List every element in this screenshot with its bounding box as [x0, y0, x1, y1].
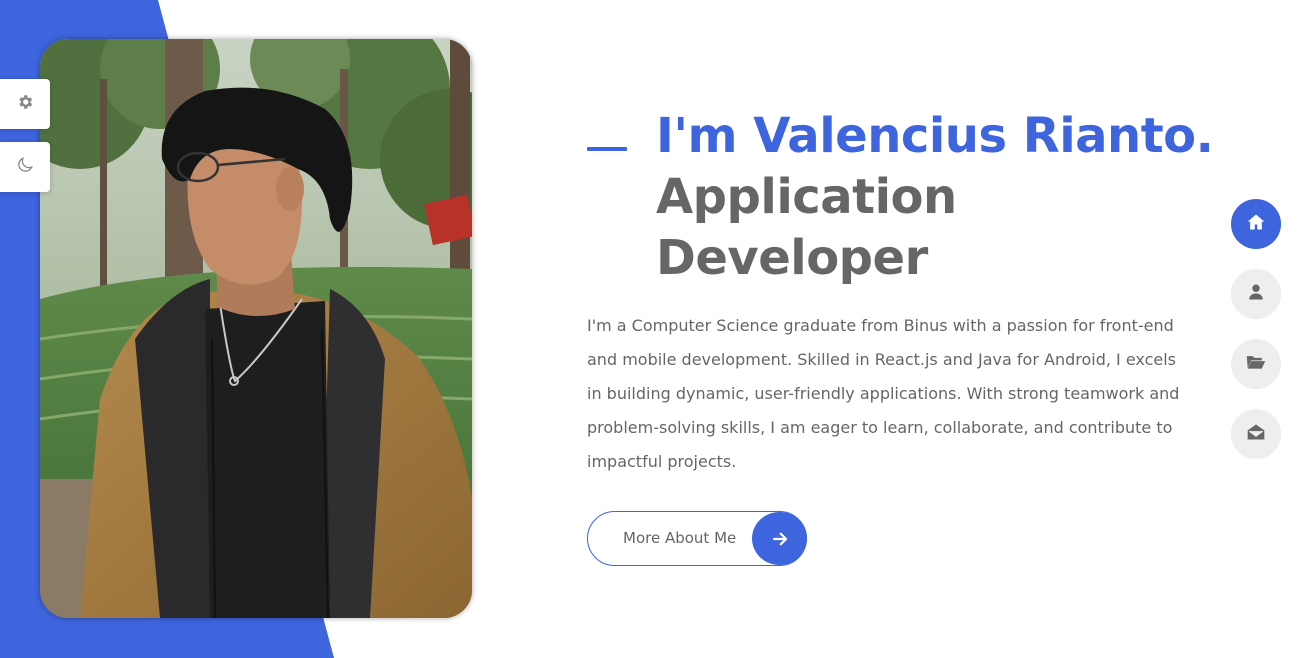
nav-about-button[interactable]: [1231, 269, 1281, 319]
user-icon: [1247, 282, 1265, 306]
nav-home-button[interactable]: [1231, 199, 1281, 249]
home-icon: [1246, 212, 1266, 236]
arrow-right-icon: [752, 512, 807, 565]
hero-headline: I'm Valencius Rianto. Application Develo…: [656, 106, 1216, 289]
theme-settings-button[interactable]: [0, 79, 50, 129]
dark-mode-toggle[interactable]: [0, 142, 50, 192]
envelope-open-icon: [1246, 422, 1266, 446]
profile-photo: [40, 39, 472, 618]
moon-icon: [15, 155, 35, 179]
more-about-me-label: More About Me: [623, 529, 737, 547]
headline-dash: [587, 147, 627, 151]
nav-contact-button[interactable]: [1231, 409, 1281, 459]
gear-icon: [16, 93, 34, 115]
more-about-me-button[interactable]: More About Me: [587, 511, 807, 566]
hero-bio: I'm a Computer Science graduate from Bin…: [587, 316, 1180, 471]
nav-portfolio-button[interactable]: [1231, 339, 1281, 389]
folder-open-icon: [1246, 353, 1266, 375]
headline-name: I'm Valencius Rianto.: [656, 108, 1214, 164]
home-page: I'm Valencius Rianto. Application Develo…: [0, 0, 1308, 658]
headline-role: Application Developer: [656, 169, 957, 286]
